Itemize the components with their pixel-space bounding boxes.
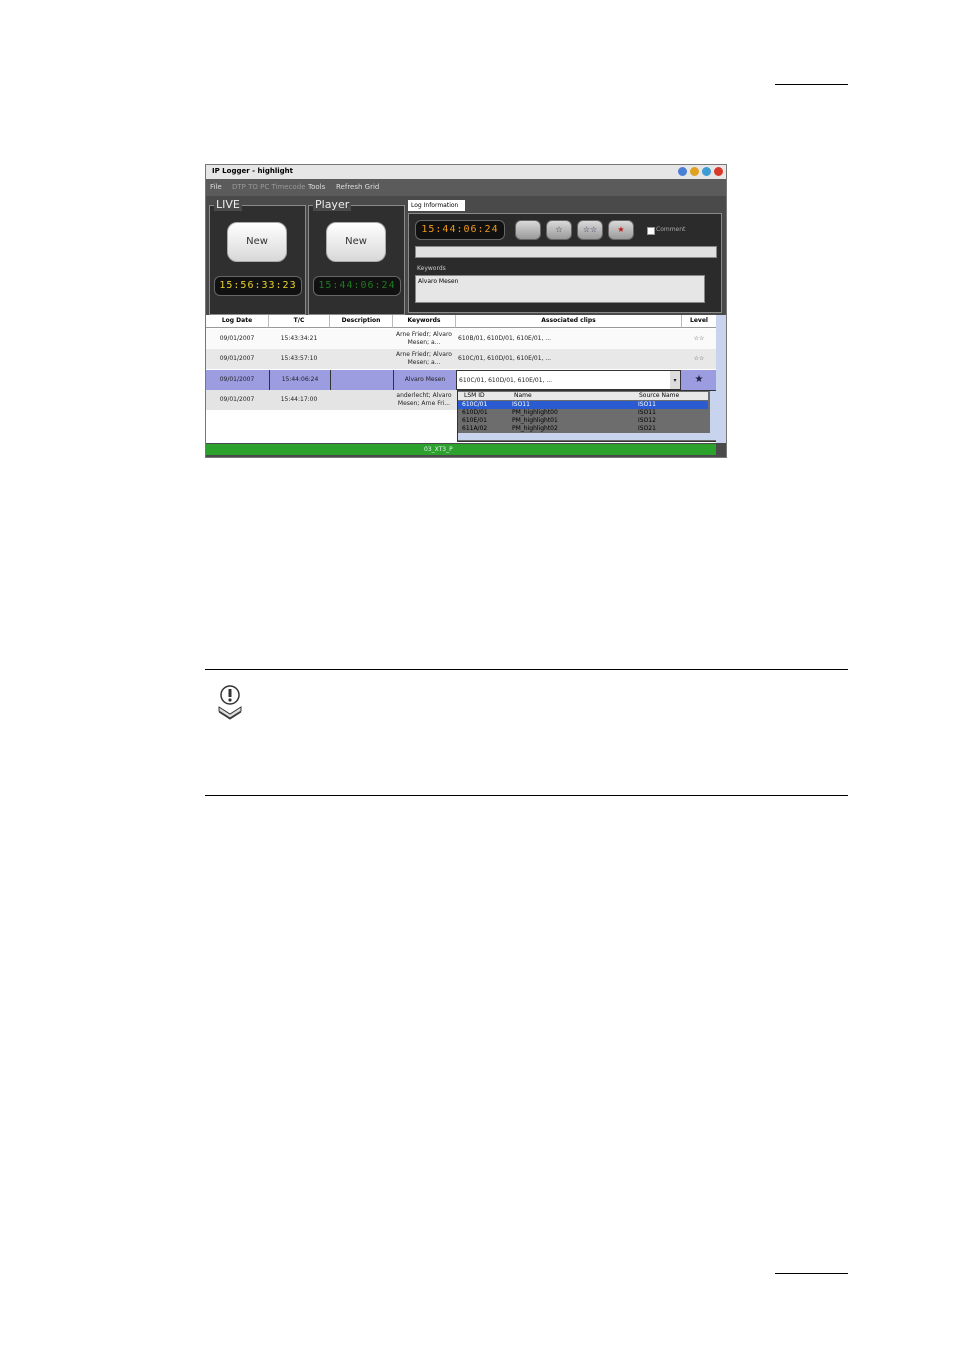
col-level[interactable]: Level bbox=[682, 315, 717, 328]
minimize-icon[interactable] bbox=[690, 167, 699, 176]
cell-keywords: anderlecht; Alvaro Mesen; Arne Fri... bbox=[396, 392, 452, 407]
cell-clips: 610B/01, 610D/01, 610E/01, ... bbox=[458, 335, 552, 342]
help-icon[interactable] bbox=[678, 167, 687, 176]
player-title: Player bbox=[313, 198, 352, 211]
item-source: ISO11 bbox=[638, 401, 656, 408]
item-source: ISO12 bbox=[638, 417, 656, 424]
cell-date: 09/01/2007 bbox=[219, 376, 255, 383]
table-row-selected[interactable]: 09/01/2007 15:44:06:24 Alvaro Mesen 610C… bbox=[206, 370, 716, 390]
item-lsm-id: 611A/02 bbox=[462, 425, 488, 432]
dropdown-header: LSM ID Name Source Name bbox=[458, 392, 708, 400]
dropdown-scrollbar-h[interactable] bbox=[458, 433, 716, 440]
status-text: 03_XT3_P bbox=[424, 446, 453, 453]
cell-description bbox=[330, 390, 392, 410]
cell-description bbox=[330, 329, 392, 349]
cell-tc: 15:43:34:21 bbox=[280, 335, 318, 342]
col-log-date[interactable]: Log Date bbox=[206, 315, 269, 328]
screenshot: IP Logger - highlight File DTP TO PC Tim… bbox=[205, 164, 727, 458]
header-rule bbox=[775, 84, 848, 85]
col-keywords[interactable]: Keywords bbox=[393, 315, 456, 328]
cell-tc: 15:43:57:10 bbox=[280, 355, 318, 362]
player-new-button[interactable]: New bbox=[326, 222, 386, 262]
cell-description bbox=[330, 370, 392, 390]
player-panel: Player New 15:44:06:24 bbox=[308, 198, 405, 315]
footer-rule bbox=[775, 1273, 848, 1274]
cell-keywords: Arne Friedr; Alvaro Mesen; a... bbox=[396, 331, 452, 346]
item-name: PM_highlight02 bbox=[512, 425, 558, 432]
tab-log-information[interactable]: Log Information bbox=[408, 200, 465, 211]
clips-combo-value: 610C/01, 610D/01, 610E/01, ... bbox=[459, 377, 553, 384]
cell-level: ☆☆ bbox=[693, 355, 705, 362]
grid-scrollbar-v[interactable] bbox=[716, 315, 726, 443]
cell-level: ★ bbox=[694, 374, 704, 385]
item-name: PM_highlight01 bbox=[512, 417, 558, 424]
clips-dropdown-list[interactable]: LSM ID Name Source Name 610C/01 ISO11 IS… bbox=[457, 390, 719, 442]
comment-field[interactable] bbox=[415, 246, 717, 258]
dropdown-col-name: Name bbox=[514, 392, 532, 399]
item-source: ISO21 bbox=[638, 425, 656, 432]
clips-combo[interactable]: 610C/01, 610D/01, 610E/01, ... ▾ bbox=[456, 370, 681, 390]
comment-label: Comment bbox=[656, 226, 686, 233]
live-panel: LIVE New 15:56:33:23 bbox=[209, 198, 306, 315]
dropdown-col-source: Source Name bbox=[639, 392, 680, 399]
close-icon[interactable] bbox=[714, 167, 723, 176]
live-timecode: 15:56:33:23 bbox=[214, 276, 302, 296]
level-1-button[interactable]: ☆ bbox=[546, 220, 572, 240]
table-row[interactable]: 09/01/2007 15:43:57:10 Arne Friedr; Alva… bbox=[206, 349, 716, 369]
table-row[interactable]: 09/01/2007 15:43:34:21 Arne Friedr; Alva… bbox=[206, 329, 716, 349]
live-title: LIVE bbox=[214, 198, 242, 211]
note-bottom-rule bbox=[205, 795, 848, 796]
cell-keywords: Arne Friedr; Alvaro Mesen; a... bbox=[396, 351, 452, 366]
item-lsm-id: 610E/01 bbox=[462, 417, 487, 424]
cell-date: 09/01/2007 bbox=[219, 335, 255, 342]
keywords-field[interactable]: Alvaro Mesen bbox=[415, 275, 705, 303]
chevron-down-icon[interactable]: ▾ bbox=[670, 371, 680, 389]
comment-checkbox[interactable] bbox=[647, 227, 655, 235]
cell-level: ☆☆ bbox=[693, 335, 705, 342]
menu-timecode[interactable]: DTP TO PC Timecode bbox=[232, 183, 305, 191]
dropdown-item[interactable]: 611A/02 PM_highlight02 ISO21 bbox=[458, 425, 708, 433]
cell-clips: 610C/01, 610D/01, 610E/01, ... bbox=[458, 355, 552, 362]
window-title: IP Logger - highlight bbox=[212, 167, 293, 175]
col-description[interactable]: Description bbox=[330, 315, 393, 328]
level-2-button[interactable]: ☆☆ bbox=[577, 220, 603, 240]
item-lsm-id: 610C/01 bbox=[462, 401, 488, 408]
cell-description bbox=[330, 349, 392, 369]
item-name: ISO11 bbox=[512, 401, 530, 408]
note-icon bbox=[218, 685, 242, 720]
dropdown-col-lsm-id: LSM ID bbox=[464, 392, 485, 399]
col-tc[interactable]: T/C bbox=[269, 315, 330, 328]
dropdown-item[interactable]: 610E/01 PM_highlight01 ISO12 bbox=[458, 417, 708, 425]
dropdown-item-selected[interactable]: 610C/01 ISO11 ISO11 bbox=[458, 401, 708, 409]
live-new-button[interactable]: New bbox=[227, 222, 287, 262]
col-associated-clips[interactable]: Associated clips bbox=[456, 315, 682, 328]
item-source: ISO11 bbox=[638, 409, 656, 416]
cell-tc: 15:44:17:00 bbox=[280, 396, 318, 403]
item-lsm-id: 610D/01 bbox=[462, 409, 488, 416]
log-timecode: 15:44:06:24 bbox=[415, 220, 505, 240]
item-name: PM_highlight00 bbox=[512, 409, 558, 416]
menu-bar: File DTP TO PC Timecode Tools Refresh Gr… bbox=[206, 179, 726, 196]
keywords-label: Keywords bbox=[417, 265, 446, 272]
level-3-button[interactable]: ★ bbox=[608, 220, 634, 240]
menu-file[interactable]: File bbox=[210, 183, 222, 191]
cell-tc: 15:44:06:24 bbox=[269, 370, 331, 390]
log-information-panel: 15:44:06:24 ☆ ☆☆ ★ Comment Keywords Alva… bbox=[408, 213, 722, 313]
cell-date: 09/01/2007 bbox=[219, 396, 255, 403]
dropdown-item[interactable]: 610D/01 PM_highlight00 ISO11 bbox=[458, 409, 708, 417]
status-bar: 03_XT3_P bbox=[206, 444, 716, 455]
cell-date: 09/01/2007 bbox=[219, 355, 255, 362]
menu-tools[interactable]: Tools bbox=[308, 183, 325, 191]
note-top-rule bbox=[205, 669, 848, 670]
maximize-icon[interactable] bbox=[702, 167, 711, 176]
menu-refresh-grid[interactable]: Refresh Grid bbox=[336, 183, 379, 191]
title-bar: IP Logger - highlight bbox=[206, 165, 726, 179]
player-timecode: 15:44:06:24 bbox=[313, 276, 401, 296]
level-0-button[interactable] bbox=[515, 220, 541, 240]
cell-keywords: Alvaro Mesen bbox=[393, 370, 456, 390]
